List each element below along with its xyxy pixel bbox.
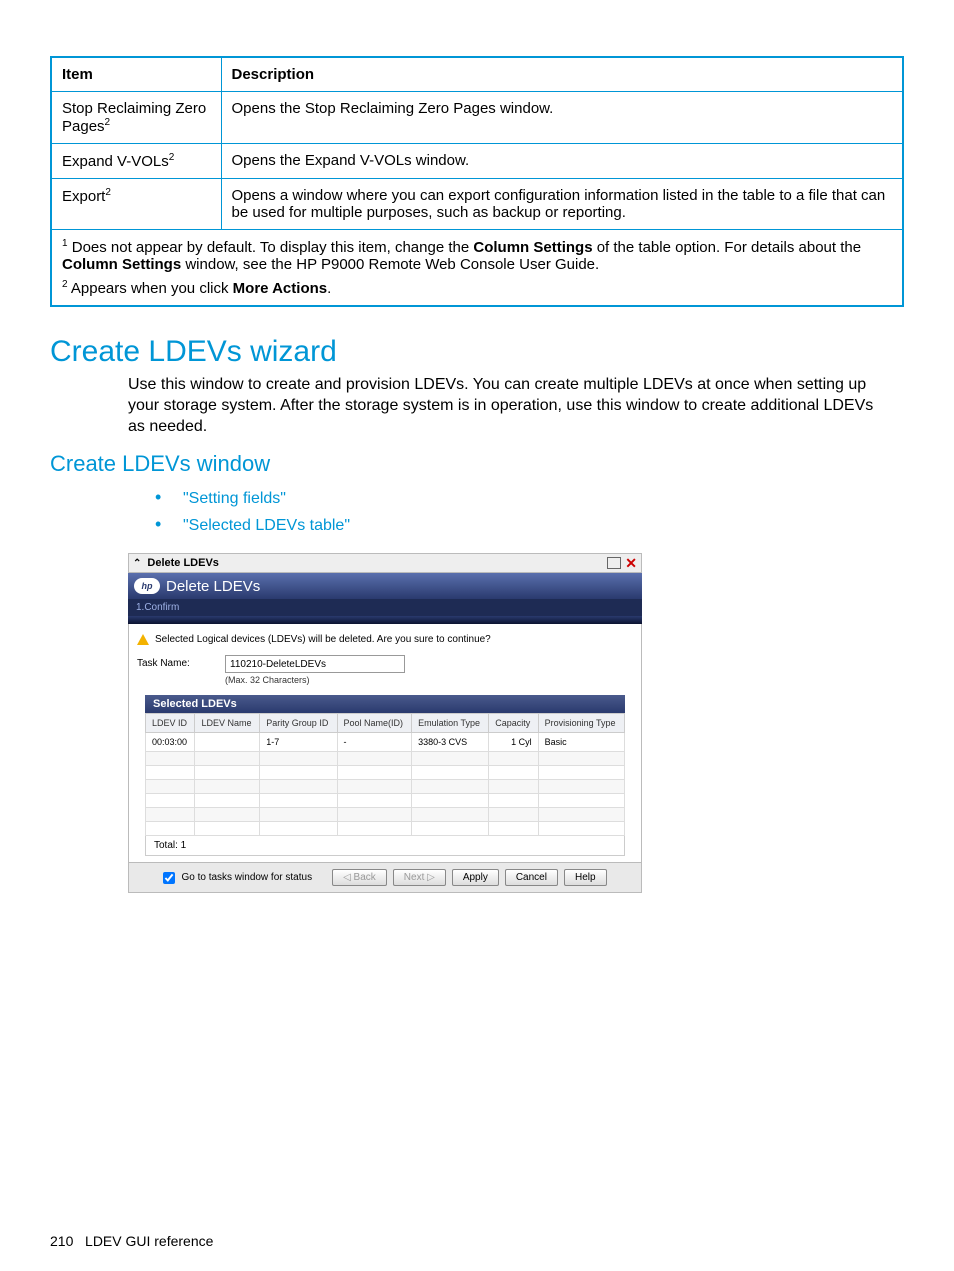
list-item: •"Selected LDEVs table" (155, 514, 904, 535)
task-name-input[interactable] (225, 655, 405, 673)
table-row: Export2 Opens a window where you can exp… (51, 179, 903, 230)
hp-logo-icon: hp (134, 578, 160, 594)
warning-text: Selected Logical devices (LDEVs) will be… (155, 634, 491, 645)
dialog-titlebar[interactable]: ⌃ Delete LDEVs ✕ (128, 553, 642, 573)
th-item: Item (51, 57, 221, 92)
close-icon[interactable]: ✕ (625, 555, 637, 572)
task-name-hint: (Max. 32 Characters) (225, 675, 405, 685)
page-section-label: LDEV GUI reference (85, 1233, 213, 1249)
item-description-table: Item Description Stop Reclaiming Zero Pa… (50, 56, 904, 307)
cancel-button[interactable]: Cancel (505, 869, 558, 886)
step-indicator: 1.Confirm (128, 599, 642, 616)
table-row: Expand V-VOLs2 Opens the Expand V-VOLs w… (51, 144, 903, 179)
titlebar-text: Delete LDEVs (147, 557, 219, 569)
wizard-description: Use this window to create and provision … (128, 375, 894, 437)
heading-create-ldevs-window: Create LDEVs window (50, 451, 904, 477)
maximize-icon[interactable] (607, 557, 621, 569)
go-to-tasks-checkbox[interactable] (163, 872, 175, 884)
selected-ldevs-grid: LDEV ID LDEV Name Parity Group ID Pool N… (145, 713, 625, 836)
table-row: Stop Reclaiming Zero Pages2 Opens the St… (51, 92, 903, 144)
link-setting-fields[interactable]: "Setting fields" (183, 490, 286, 507)
back-button[interactable]: ◁ Back (332, 869, 387, 886)
list-item: •"Setting fields" (155, 487, 904, 508)
grid-row[interactable]: 00:03:00 1-7 - 3380-3 CVS 1 Cyl Basic (146, 733, 625, 752)
next-button[interactable]: Next ▷ (393, 869, 446, 886)
dialog-title: Delete LDEVs (166, 578, 260, 595)
link-selected-ldevs-table[interactable]: "Selected LDEVs table" (183, 517, 350, 534)
delete-ldevs-dialog: ⌃ Delete LDEVs ✕ hp Delete LDEVs 1.Confi… (128, 553, 642, 893)
task-name-label: Task Name: (137, 655, 225, 669)
warning-row: Selected Logical devices (LDEVs) will be… (137, 634, 633, 645)
dialog-header: hp Delete LDEVs (128, 573, 642, 599)
footnotes-row: 1 Does not appear by default. To display… (51, 230, 903, 307)
heading-create-ldevs-wizard: Create LDEVs wizard (50, 335, 904, 369)
bullet-icon: • (155, 487, 183, 508)
th-description: Description (221, 57, 903, 92)
help-button[interactable]: Help (564, 869, 607, 886)
grid-total: Total: 1 (145, 836, 625, 856)
bullet-icon: • (155, 514, 183, 535)
collapse-icon[interactable]: ⌃ (133, 558, 141, 569)
apply-button[interactable]: Apply (452, 869, 499, 886)
dialog-footer: Go to tasks window for status ◁ Back Nex… (128, 863, 642, 893)
selected-ldevs-title: Selected LDEVs (145, 695, 625, 713)
warning-icon (137, 634, 149, 645)
page-number: 210 (50, 1233, 73, 1249)
page-footer: 210 LDEV GUI reference (50, 1233, 904, 1269)
go-to-tasks-label: Go to tasks window for status (181, 872, 312, 883)
